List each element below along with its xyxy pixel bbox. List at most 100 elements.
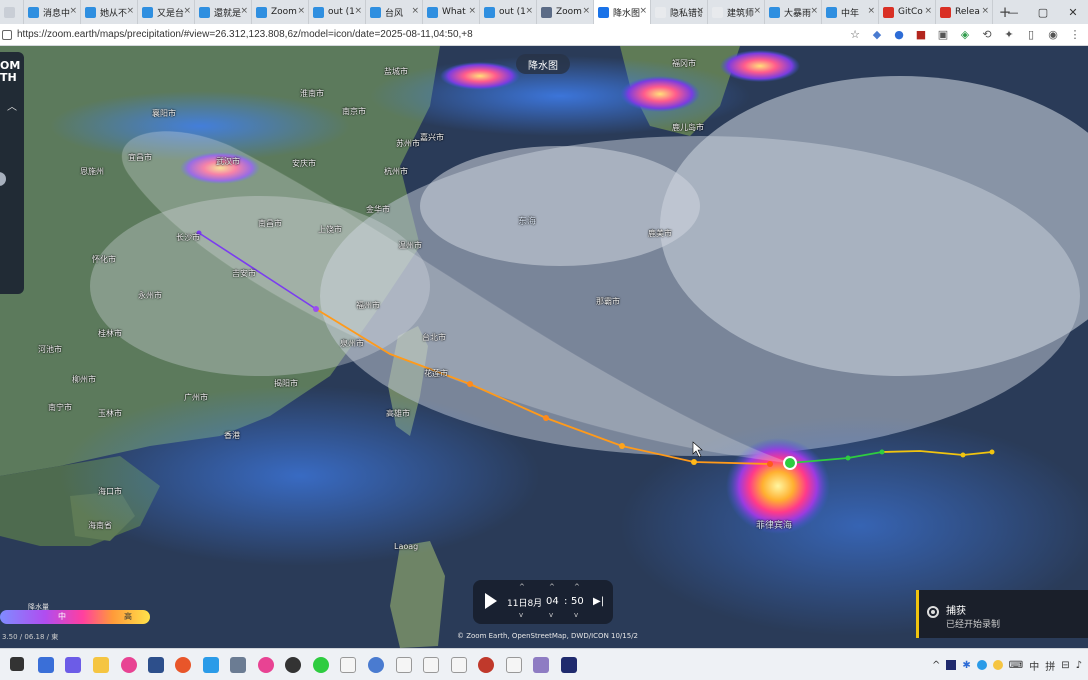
date-up-icon[interactable]: ^: [519, 583, 525, 591]
browser-tab[interactable]: 她从不 ×: [81, 0, 138, 24]
extension-icon-1[interactable]: ◆: [870, 28, 884, 41]
app-icon-1[interactable]: [121, 657, 137, 673]
tab-close-icon[interactable]: ×: [981, 6, 989, 16]
app-icon-3[interactable]: [203, 657, 219, 673]
track-point[interactable]: [845, 455, 851, 461]
firefox-icon[interactable]: [175, 657, 191, 673]
app-icon-2[interactable]: [148, 657, 164, 673]
document-icon-5[interactable]: [506, 657, 522, 673]
date-down-icon[interactable]: v: [519, 611, 523, 619]
tab-close-icon[interactable]: ×: [240, 6, 248, 16]
browser-tab[interactable]: out (1 ×: [480, 0, 537, 24]
collapse-chevron-icon[interactable]: ︿: [7, 98, 17, 113]
keyboard-icon[interactable]: ⌨: [1009, 660, 1023, 671]
close-window-icon[interactable]: ✕: [1058, 0, 1088, 24]
app-icon-8[interactable]: [533, 657, 549, 673]
tray-icon-3[interactable]: [992, 660, 1003, 670]
track-point[interactable]: [313, 306, 319, 312]
browser-tab[interactable]: 台风 ×: [366, 0, 423, 24]
sidebar-toggle-icon[interactable]: ▯: [1024, 28, 1038, 41]
extension-icon-2[interactable]: ●: [892, 28, 906, 41]
browser-tab[interactable]: Zoom ×: [537, 0, 594, 24]
window-menu[interactable]: [0, 0, 24, 24]
minimize-icon[interactable]: —: [998, 0, 1028, 24]
map-attribution[interactable]: © Zoom Earth, OpenStreetMap, DWD/ICON 10…: [457, 632, 638, 640]
ime-mode[interactable]: 拼: [1045, 658, 1055, 673]
zoom-earth-logo[interactable]: OM TH: [0, 60, 20, 84]
track-point[interactable]: [767, 461, 773, 467]
document-icon-2[interactable]: [396, 657, 412, 673]
browser-tab[interactable]: 隐私错误×: [651, 0, 708, 24]
track-point[interactable]: [543, 415, 549, 421]
site-info-icon[interactable]: [2, 29, 12, 40]
document-icon[interactable]: [340, 657, 356, 673]
browser-tab[interactable]: 還就是 ×: [195, 0, 252, 24]
track-point[interactable]: [467, 381, 473, 387]
maximize-icon[interactable]: ▢: [1028, 0, 1058, 24]
browser-tab[interactable]: 大暴雨 ×: [765, 0, 822, 24]
app-icon-6[interactable]: [285, 657, 301, 673]
tab-close-icon[interactable]: ×: [69, 6, 77, 16]
track-point[interactable]: [691, 459, 697, 465]
tray-icon-2[interactable]: [976, 660, 987, 670]
player-date[interactable]: 11日8月: [507, 596, 542, 609]
document-icon-3[interactable]: [423, 657, 439, 673]
tab-close-icon[interactable]: ×: [696, 6, 704, 16]
player-hour[interactable]: 04: [546, 596, 559, 607]
tab-close-icon[interactable]: ×: [582, 6, 590, 16]
panel-toggle-handle[interactable]: [0, 172, 6, 186]
tray-caret-icon[interactable]: ^: [932, 660, 940, 671]
tab-close-icon[interactable]: ×: [639, 6, 647, 16]
track-point[interactable]: [960, 452, 966, 458]
browser-tab[interactable]: out (1 ×: [309, 0, 366, 24]
extensions-puzzle-icon[interactable]: ✦: [1002, 28, 1016, 41]
browser-tab[interactable]: 消息中 ×: [24, 0, 81, 24]
track-point[interactable]: [619, 443, 625, 449]
browser-tab[interactable]: 降水图 ×: [594, 0, 651, 24]
precipitation-map[interactable]: 盐城市 福冈市 鹿儿岛市 淮南市 南京市 苏州市 嘉兴市 襄阳市 宜昌市 武汉市 安庆市 恩施州 杭州市…: [0, 46, 1088, 648]
browser-tab[interactable]: 又是台 ×: [138, 0, 195, 24]
extension-icon-3[interactable]: ■: [914, 28, 928, 41]
hour-up-icon[interactable]: ^: [549, 583, 555, 591]
skip-forward-icon[interactable]: ▶|: [593, 596, 604, 607]
track-point[interactable]: [989, 449, 995, 455]
browser-tab[interactable]: Zoom ×: [252, 0, 309, 24]
minute-down-icon[interactable]: v: [574, 611, 578, 619]
tab-close-icon[interactable]: ×: [924, 6, 932, 16]
tab-close-icon[interactable]: ×: [126, 6, 134, 16]
network-icon[interactable]: ⊟: [1061, 660, 1069, 671]
volume-icon[interactable]: ♪: [1076, 660, 1082, 671]
chrome-icon[interactable]: [368, 657, 384, 673]
hour-down-icon[interactable]: v: [549, 611, 553, 619]
extension-icon-6[interactable]: ⟲: [980, 28, 994, 41]
tab-close-icon[interactable]: ×: [468, 6, 476, 16]
teams-icon[interactable]: [65, 657, 81, 673]
browser-tab[interactable]: Relea ×: [936, 0, 993, 24]
browser-tab[interactable]: 中年 ×: [822, 0, 879, 24]
tab-close-icon[interactable]: ×: [354, 6, 362, 16]
browser-tab[interactable]: GitCo ×: [879, 0, 936, 24]
app-icon-9[interactable]: [561, 657, 577, 673]
typhoon-current-position-marker[interactable]: [783, 456, 797, 470]
ime-language[interactable]: 中: [1029, 658, 1039, 673]
precipitation-layer-button[interactable]: 降水图: [516, 54, 570, 74]
player-minute[interactable]: 50: [571, 596, 584, 607]
app-icon-4[interactable]: [230, 657, 246, 673]
app-icon-7[interactable]: [478, 657, 494, 673]
url-field[interactable]: https://zoom.earth/maps/precipitation/#v…: [17, 29, 848, 40]
extension-icon-5[interactable]: ◈: [958, 28, 972, 41]
extension-icon-4[interactable]: ▣: [936, 28, 950, 41]
bluetooth-icon[interactable]: ✱: [962, 660, 970, 671]
file-explorer-icon[interactable]: [93, 657, 109, 673]
minute-up-icon[interactable]: ^: [574, 583, 580, 591]
tab-close-icon[interactable]: ×: [297, 6, 305, 16]
track-point[interactable]: [879, 449, 885, 455]
recording-notification[interactable]: 捕获 已经开始录制: [916, 590, 1088, 638]
start-icon[interactable]: [10, 657, 24, 671]
tray-app-icon[interactable]: [946, 660, 957, 670]
tab-close-icon[interactable]: ×: [525, 6, 533, 16]
tab-close-icon[interactable]: ×: [183, 6, 191, 16]
bookmark-star-icon[interactable]: ☆: [848, 28, 862, 41]
tab-close-icon[interactable]: ×: [753, 6, 761, 16]
document-icon-4[interactable]: [451, 657, 467, 673]
